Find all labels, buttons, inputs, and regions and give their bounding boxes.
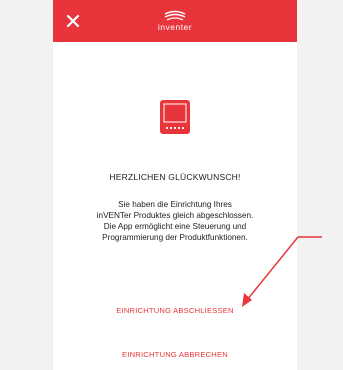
app-header: inventer (53, 0, 297, 42)
cancel-setup-button[interactable]: EINRICHTUNG ABBRECHEN (53, 350, 297, 359)
background-left (0, 0, 53, 370)
app-screen: inventer HERZLICHEN GLÜCKWUNSCH! Sie hab… (53, 0, 297, 370)
close-icon[interactable] (63, 11, 83, 31)
device-display-icon (149, 98, 201, 138)
page-title: HERZLICHEN GLÜCKWUNSCH! (109, 172, 241, 182)
brand-name: inventer (157, 22, 193, 32)
info-message: Sie haben die Einrichtung Ihres inVENTer… (96, 200, 254, 242)
background-right (297, 0, 343, 370)
inventer-logo-icon: inventer (145, 9, 205, 35)
complete-setup-button[interactable]: EINRICHTUNG ABSCHLIESSEN (53, 306, 297, 315)
